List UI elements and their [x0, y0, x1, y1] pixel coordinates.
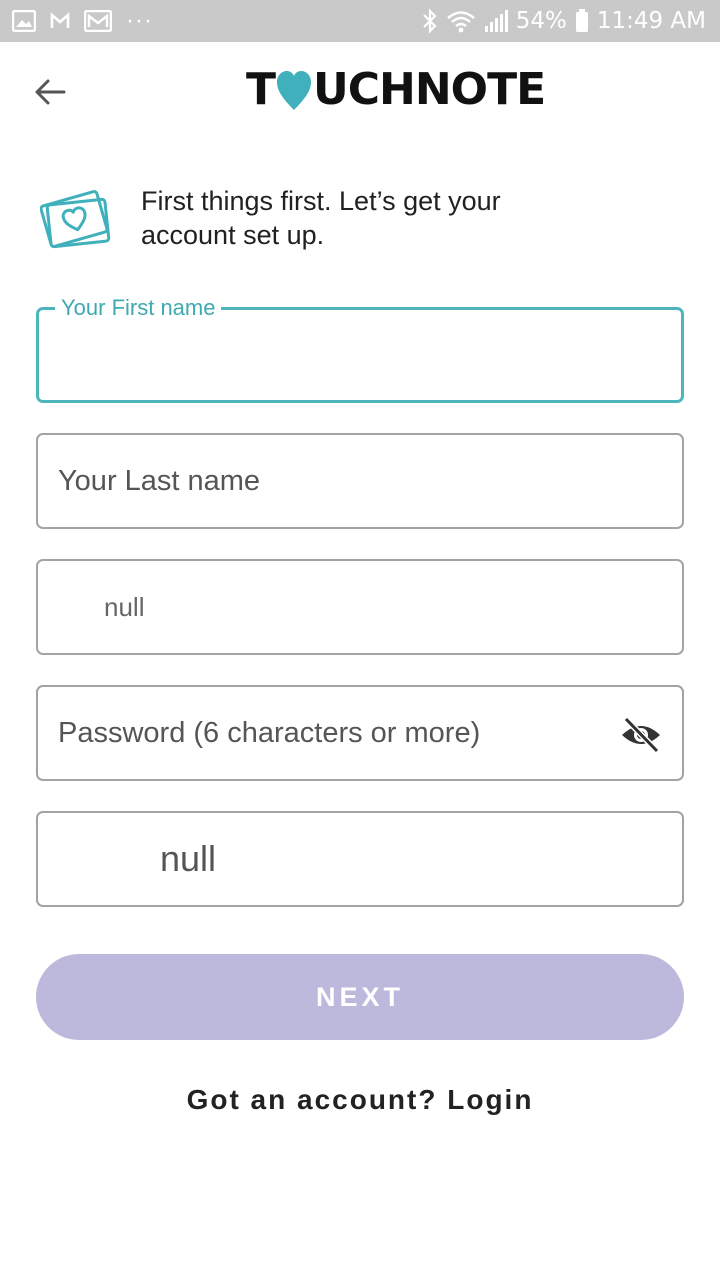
status-bar-left: ···	[12, 8, 153, 34]
battery-icon	[575, 9, 588, 32]
extra-field[interactable]: null	[36, 811, 684, 907]
last-name-placeholder: Your Last name	[58, 464, 261, 497]
mail-icon	[84, 10, 112, 32]
gmail-icon	[50, 12, 70, 28]
more-dots-icon: ···	[126, 7, 153, 34]
password-field[interactable]: Password (6 characters or more)	[36, 685, 684, 781]
clock: 11:49 AM	[596, 8, 706, 34]
first-name-field[interactable]: Your First name	[36, 294, 684, 403]
arrow-left-icon[interactable]	[30, 72, 70, 112]
app-bar: T UCHNOTE	[0, 42, 720, 140]
gallery-icon	[12, 10, 36, 32]
postcards-heart-icon	[40, 190, 111, 249]
bluetooth-icon	[422, 8, 437, 34]
login-link[interactable]: Got an account? Login	[0, 1084, 720, 1116]
touchnote-logo: T UCHNOTE	[246, 63, 546, 115]
intro-section: First things first. Let’s get your accou…	[40, 180, 680, 260]
last-name-field[interactable]: Your Last name	[36, 433, 684, 529]
email-value: null	[104, 591, 145, 622]
heart-o-icon	[277, 71, 312, 110]
password-placeholder: Password (6 characters or more)	[58, 716, 481, 749]
extra-field-value: null	[160, 838, 217, 879]
eye-off-icon[interactable]	[620, 715, 662, 755]
battery-percent: 54%	[515, 8, 567, 34]
email-field[interactable]: null	[36, 559, 684, 655]
wifi-icon	[446, 11, 475, 33]
signal-icon	[484, 10, 508, 32]
status-bar: ··· 54% 11:49 AM	[0, 0, 720, 42]
status-bar-right: 54% 11:49 AM	[422, 6, 706, 36]
first-name-label: Your First name	[55, 294, 222, 322]
next-button[interactable]: NEXT	[36, 954, 684, 1040]
intro-text: First things first. Let’s get your accou…	[141, 186, 501, 250]
